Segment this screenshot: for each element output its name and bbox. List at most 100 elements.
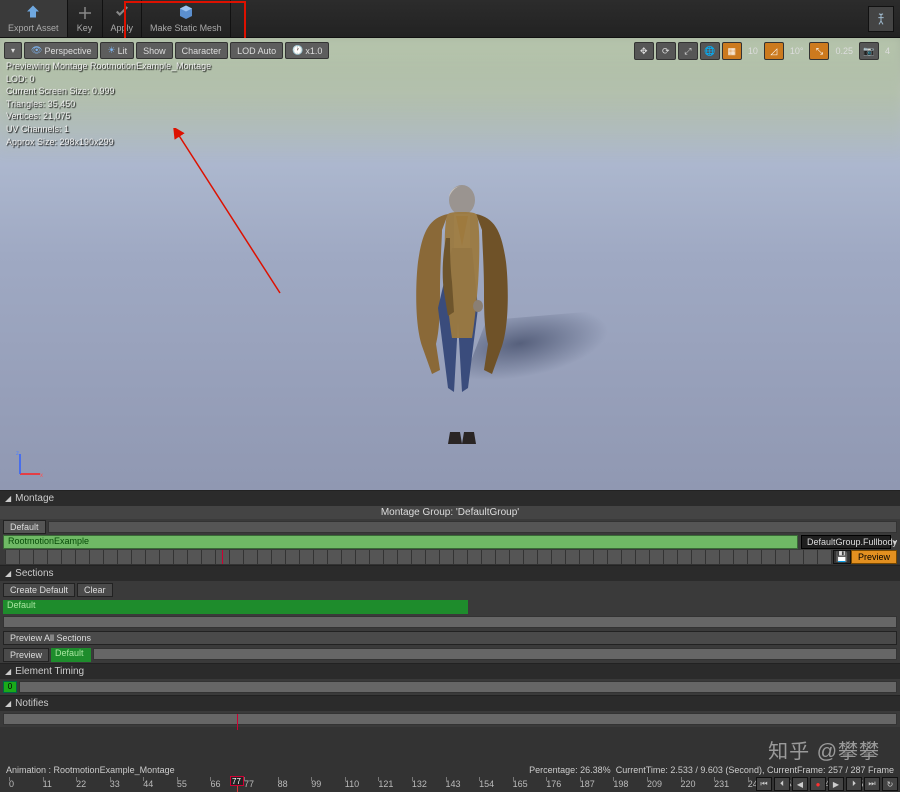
frame-label: 143 [446,779,461,789]
montage-panel: ◢Montage Montage Group: 'DefaultGroup' D… [0,490,900,564]
frame-label: 209 [647,779,662,789]
percentage-text: Percentage: 26.38% [529,765,611,775]
animation-label: Animation [6,765,46,775]
timing-track[interactable] [19,681,897,693]
record-button[interactable]: ● [810,777,826,791]
annotation-arrow [170,128,290,298]
frame-label: 66 [210,779,220,789]
section-bar[interactable]: Default [3,600,468,614]
angle-snap-icon[interactable]: ◿ [764,42,784,60]
mesh-icon [177,4,195,22]
show-button[interactable]: Show [136,42,173,59]
grid-snap-value[interactable]: 10 [744,42,762,60]
perspective-button[interactable]: 👁Perspective [24,42,98,59]
animation-clip[interactable]: RootmotionExample [3,535,798,549]
frame-label: 154 [479,779,494,789]
to-start-button[interactable]: ⏮ [756,777,772,791]
viewport-3d[interactable]: ▾ 👁Perspective ☀Lit Show Character LOD A… [0,38,900,490]
svg-text:z: z [16,451,19,457]
coord-space-icon[interactable]: 🌐 [700,42,720,60]
viewport-toolbar-left: ▾ 👁Perspective ☀Lit Show Character LOD A… [4,42,329,59]
animation-name: RootmotionExample_Montage [54,765,175,775]
sections-header[interactable]: ◢Sections [0,566,900,581]
frame-label: 44 [143,779,153,789]
frame-label: 132 [412,779,427,789]
frame-label: 121 [378,779,393,789]
skeleton-button[interactable] [868,6,894,32]
preview-section-button[interactable]: Preview [3,648,49,662]
create-default-button[interactable]: Create Default [3,583,75,597]
preview-button[interactable]: Preview [851,550,897,564]
montage-ruler[interactable] [5,550,831,564]
grid-snap-icon[interactable]: ▦ [722,42,742,60]
export-label: Export Asset [8,23,59,33]
character-mesh [402,176,522,456]
playback-controls: ⏮ ⏴ ◀ ● ▶ ⏵ ⏭ ↻ [756,777,898,791]
make-static-label: Make Static Mesh [150,23,222,33]
clip-label: RootmotionExample [8,536,89,546]
playhead-handle[interactable]: 77 [230,776,244,786]
frame-label: 187 [580,779,595,789]
clear-button[interactable]: Clear [77,583,113,597]
save-icon[interactable]: 💾 [833,550,851,564]
viewport-toolbar-right: ✥ ⟳ ⤢ 🌐 ▦ 10 ◿ 10° ⤡ 0.25 📷 4 [634,42,894,60]
watermark: 知乎 @攀攀 [768,735,880,764]
make-static-mesh-button[interactable]: Make Static Mesh [142,0,231,37]
section-track[interactable] [48,521,897,533]
step-back-button[interactable]: ⏴ [774,777,790,791]
key-button[interactable]: Key [68,0,103,37]
viewport-dropdown[interactable]: ▾ [4,42,22,59]
play-reverse-button[interactable]: ◀ [792,777,808,791]
frame-label: 11 [43,779,52,789]
notifies-track[interactable] [3,713,897,725]
transform-move-icon[interactable]: ✥ [634,42,654,60]
transform-scale-icon[interactable]: ⤢ [678,42,698,60]
skeleton-icon [873,11,889,27]
sections-spacer [3,616,897,628]
scale-snap-icon[interactable]: ⤡ [809,42,829,60]
transform-rotate-icon[interactable]: ⟳ [656,42,676,60]
angle-snap-value[interactable]: 10° [786,42,808,60]
element-timing-panel: ◢Element Timing 0 [0,663,900,695]
lod-button[interactable]: LOD Auto [230,42,283,59]
section-bar-label: Default [7,600,36,610]
montage-header[interactable]: ◢Montage [0,491,900,506]
frame-label: 165 [513,779,528,789]
camera-speed-value[interactable]: 4 [881,42,894,60]
scale-snap-value[interactable]: 0.25 [831,42,857,60]
svg-text:x: x [40,473,43,478]
play-button[interactable]: ▶ [828,777,844,791]
frame-label: 198 [613,779,628,789]
timeline-footer: Animation : RootmotionExample_Montage Pe… [0,764,900,792]
frame-label: 99 [311,779,321,789]
lit-button[interactable]: ☀Lit [100,42,134,59]
default-section-button[interactable]: Default [3,520,46,534]
notifies-header[interactable]: ◢Notifies [0,696,900,711]
character-button[interactable]: Character [175,42,229,59]
frame-label: 22 [76,779,86,789]
loop-button[interactable]: ↻ [882,777,898,791]
speed-button[interactable]: 🕐x1.0 [285,42,329,59]
preview-all-button[interactable]: Preview All Sections [3,631,897,645]
preview-track[interactable] [93,648,897,660]
check-icon [113,4,131,22]
timing-marker[interactable]: 0 [3,681,17,693]
apply-button[interactable]: Apply [103,0,143,37]
plus-icon [76,4,94,22]
key-label: Key [77,23,93,33]
preview-section-name[interactable]: Default [51,648,91,662]
camera-speed-icon[interactable]: 📷 [859,42,879,60]
main-toolbar: Export Asset Key Apply Make Static Mesh [0,0,900,38]
frame-label: 220 [681,779,696,789]
frame-label: 33 [110,779,120,789]
export-asset-button[interactable]: Export Asset [0,0,68,37]
frame-label: 231 [714,779,729,789]
to-end-button[interactable]: ⏭ [864,777,880,791]
slot-dropdown[interactable]: DefaultGroup.Fullbody [801,535,891,549]
element-timing-header[interactable]: ◢Element Timing [0,664,900,679]
current-time-text: CurrentTime: 2.533 / 9.603 (Second), Cur… [616,765,894,775]
frame-label: 0 [9,779,14,789]
axis-gizmo: x z [16,450,44,478]
step-fwd-button[interactable]: ⏵ [846,777,862,791]
frame-label: 55 [177,779,187,789]
